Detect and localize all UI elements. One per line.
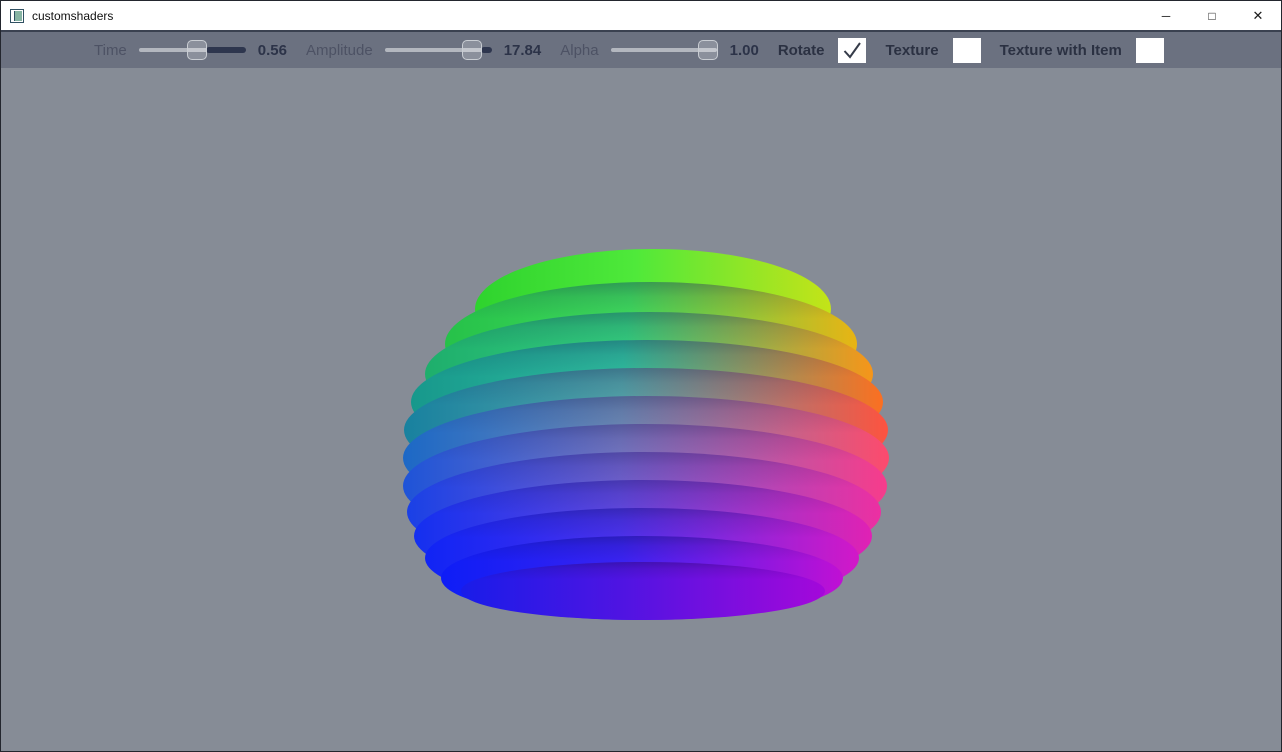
time-slider-handle[interactable] xyxy=(187,40,207,60)
alpha-value: 1.00 xyxy=(730,42,759,59)
amplitude-slider-label: Amplitude xyxy=(306,42,373,59)
amplitude-slider[interactable] xyxy=(384,40,492,60)
texture-checkbox[interactable] xyxy=(953,38,981,63)
time-slider-label: Time xyxy=(94,42,127,59)
window-controls: ─ □ ✕ xyxy=(1143,1,1281,30)
rotate-checkbox-label: Rotate xyxy=(778,42,825,59)
checkmark-icon xyxy=(841,39,863,61)
maximize-button[interactable]: □ xyxy=(1189,1,1235,30)
texture-with-item-checkbox[interactable] xyxy=(1136,38,1164,63)
amplitude-slider-track-filled[interactable] xyxy=(481,47,492,53)
viewport-3d xyxy=(1,68,1281,751)
toolbar: Time 0.56 Amplitude 17.84 Alpha 1.00 Rot… xyxy=(1,32,1281,68)
texture-with-item-checkbox-label: Texture with Item xyxy=(1000,42,1122,59)
minimize-button[interactable]: ─ xyxy=(1143,1,1189,30)
close-button[interactable]: ✕ xyxy=(1235,1,1281,30)
alpha-slider-label: Alpha xyxy=(560,42,598,59)
time-slider[interactable] xyxy=(138,40,246,60)
window-title: customshaders xyxy=(32,9,113,23)
alpha-slider[interactable] xyxy=(610,40,718,60)
time-value: 0.56 xyxy=(258,42,287,59)
alpha-slider-handle[interactable] xyxy=(698,40,718,60)
app-window: { "window": { "title": "customshaders", … xyxy=(0,0,1282,752)
amplitude-slider-handle[interactable] xyxy=(462,40,482,60)
time-slider-track-filled[interactable] xyxy=(206,47,246,53)
shader-sphere xyxy=(1,68,1281,751)
amplitude-value: 17.84 xyxy=(504,42,542,59)
app-icon xyxy=(10,9,24,23)
texture-checkbox-label: Texture xyxy=(885,42,938,59)
title-bar: customshaders ─ □ ✕ xyxy=(1,1,1281,30)
rotate-checkbox[interactable] xyxy=(838,38,866,63)
